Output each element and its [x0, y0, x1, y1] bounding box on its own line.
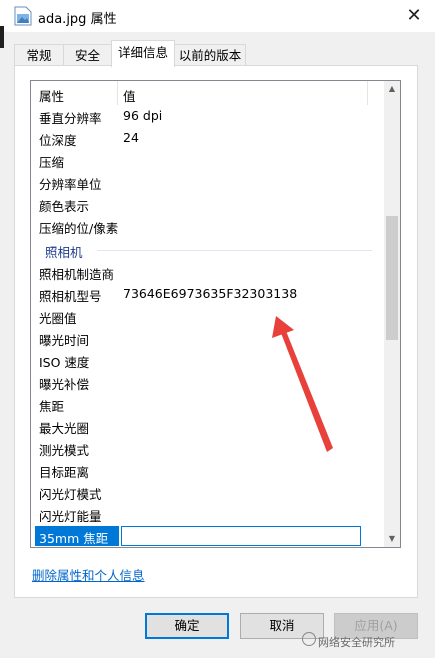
list-item[interactable]: ISO 速度 — [31, 349, 384, 371]
scroll-thumb[interactable] — [386, 216, 398, 340]
value-edit-field[interactable] — [121, 526, 361, 546]
list-item[interactable]: 测光模式 — [31, 437, 384, 459]
list-item[interactable]: 压缩的位/像素 — [31, 215, 384, 237]
window-title: ada.jpg 属性 — [38, 12, 117, 27]
properties-list[interactable]: 属性 值 垂直分辨率 96 dpi 位深度 24 压缩 分辨率单位 颜色表示 压缩的… — [30, 80, 401, 548]
list-item[interactable]: 照相机制造商 — [31, 261, 384, 283]
list-item[interactable]: 分辨率单位 — [31, 171, 384, 193]
tab-general[interactable]: 常规 — [14, 44, 64, 66]
list-item[interactable]: 颜色表示 — [31, 193, 384, 215]
tab-security[interactable]: 安全 — [63, 44, 112, 66]
list-item[interactable]: 闪光灯模式 — [31, 481, 384, 503]
list-item[interactable]: 压缩 — [31, 149, 384, 171]
list-item[interactable]: 曝光时间 — [31, 327, 384, 349]
scroll-down-icon[interactable]: ▼ — [384, 531, 400, 547]
scroll-up-icon[interactable]: ▲ — [384, 81, 400, 97]
ok-button[interactable]: 确定 — [145, 613, 229, 639]
image-file-icon — [14, 6, 32, 26]
tab-previous-versions[interactable]: 以前的版本 — [174, 44, 246, 66]
group-divider — [97, 250, 372, 251]
column-header-property[interactable]: 属性 — [39, 86, 64, 105]
title-bar: ada.jpg 属性 ✕ — [0, 0, 435, 32]
list-header: 属性 值 — [31, 81, 384, 105]
column-divider[interactable] — [367, 81, 368, 105]
column-header-value[interactable]: 值 — [123, 86, 136, 105]
tab-details[interactable]: 详细信息 — [111, 40, 175, 67]
list-item[interactable]: 焦距 — [31, 393, 384, 415]
list-item[interactable]: 目标距离 — [31, 459, 384, 481]
column-divider[interactable] — [117, 81, 118, 105]
list-item-selected[interactable]: 35mm 焦距 — [31, 525, 384, 547]
close-icon: ✕ — [406, 5, 422, 26]
remove-properties-link[interactable]: 删除属性和个人信息 — [32, 565, 145, 584]
list-item[interactable]: 垂直分辨率 96 dpi — [31, 105, 384, 127]
list-item[interactable]: 光圈值 — [31, 305, 384, 327]
list-item[interactable]: 最大光圈 — [31, 415, 384, 437]
group-header-camera: 照相机 — [31, 239, 384, 261]
list-item[interactable]: 曝光补偿 — [31, 371, 384, 393]
watermark-text: 网络安全研究所 — [318, 636, 395, 649]
close-button[interactable]: ✕ — [399, 2, 429, 30]
camera-model-value: 73646E6973635F32303138 — [123, 286, 298, 301]
list-item[interactable]: 照相机型号 73646E6973635F32303138 — [31, 283, 384, 305]
window-edge — [0, 26, 4, 48]
list-item[interactable]: 位深度 24 — [31, 127, 384, 149]
watermark-icon — [302, 632, 316, 646]
vertical-scrollbar[interactable]: ▲ ▼ — [384, 81, 400, 547]
list-item[interactable]: 闪光灯能量 — [31, 503, 384, 525]
